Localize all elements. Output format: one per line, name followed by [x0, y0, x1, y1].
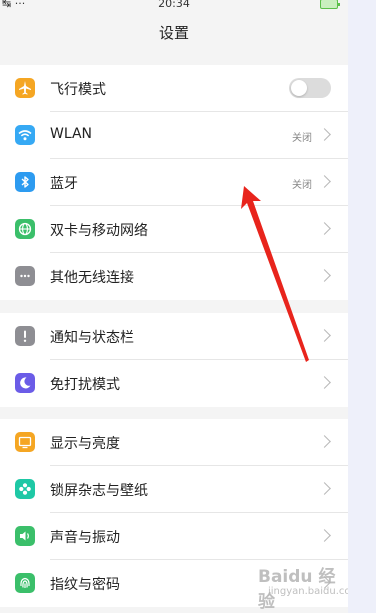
watermark-url: jingyan.baidu.com [268, 586, 348, 597]
arrow-shape [241, 186, 309, 362]
settings-screen: ↹ ··· 20:34 设置 飞行模式 WLAN 关闭 蓝牙 关闭 双卡与移动网… [0, 0, 348, 613]
red-arrow-annotation [241, 186, 309, 362]
background-margin [348, 0, 376, 613]
